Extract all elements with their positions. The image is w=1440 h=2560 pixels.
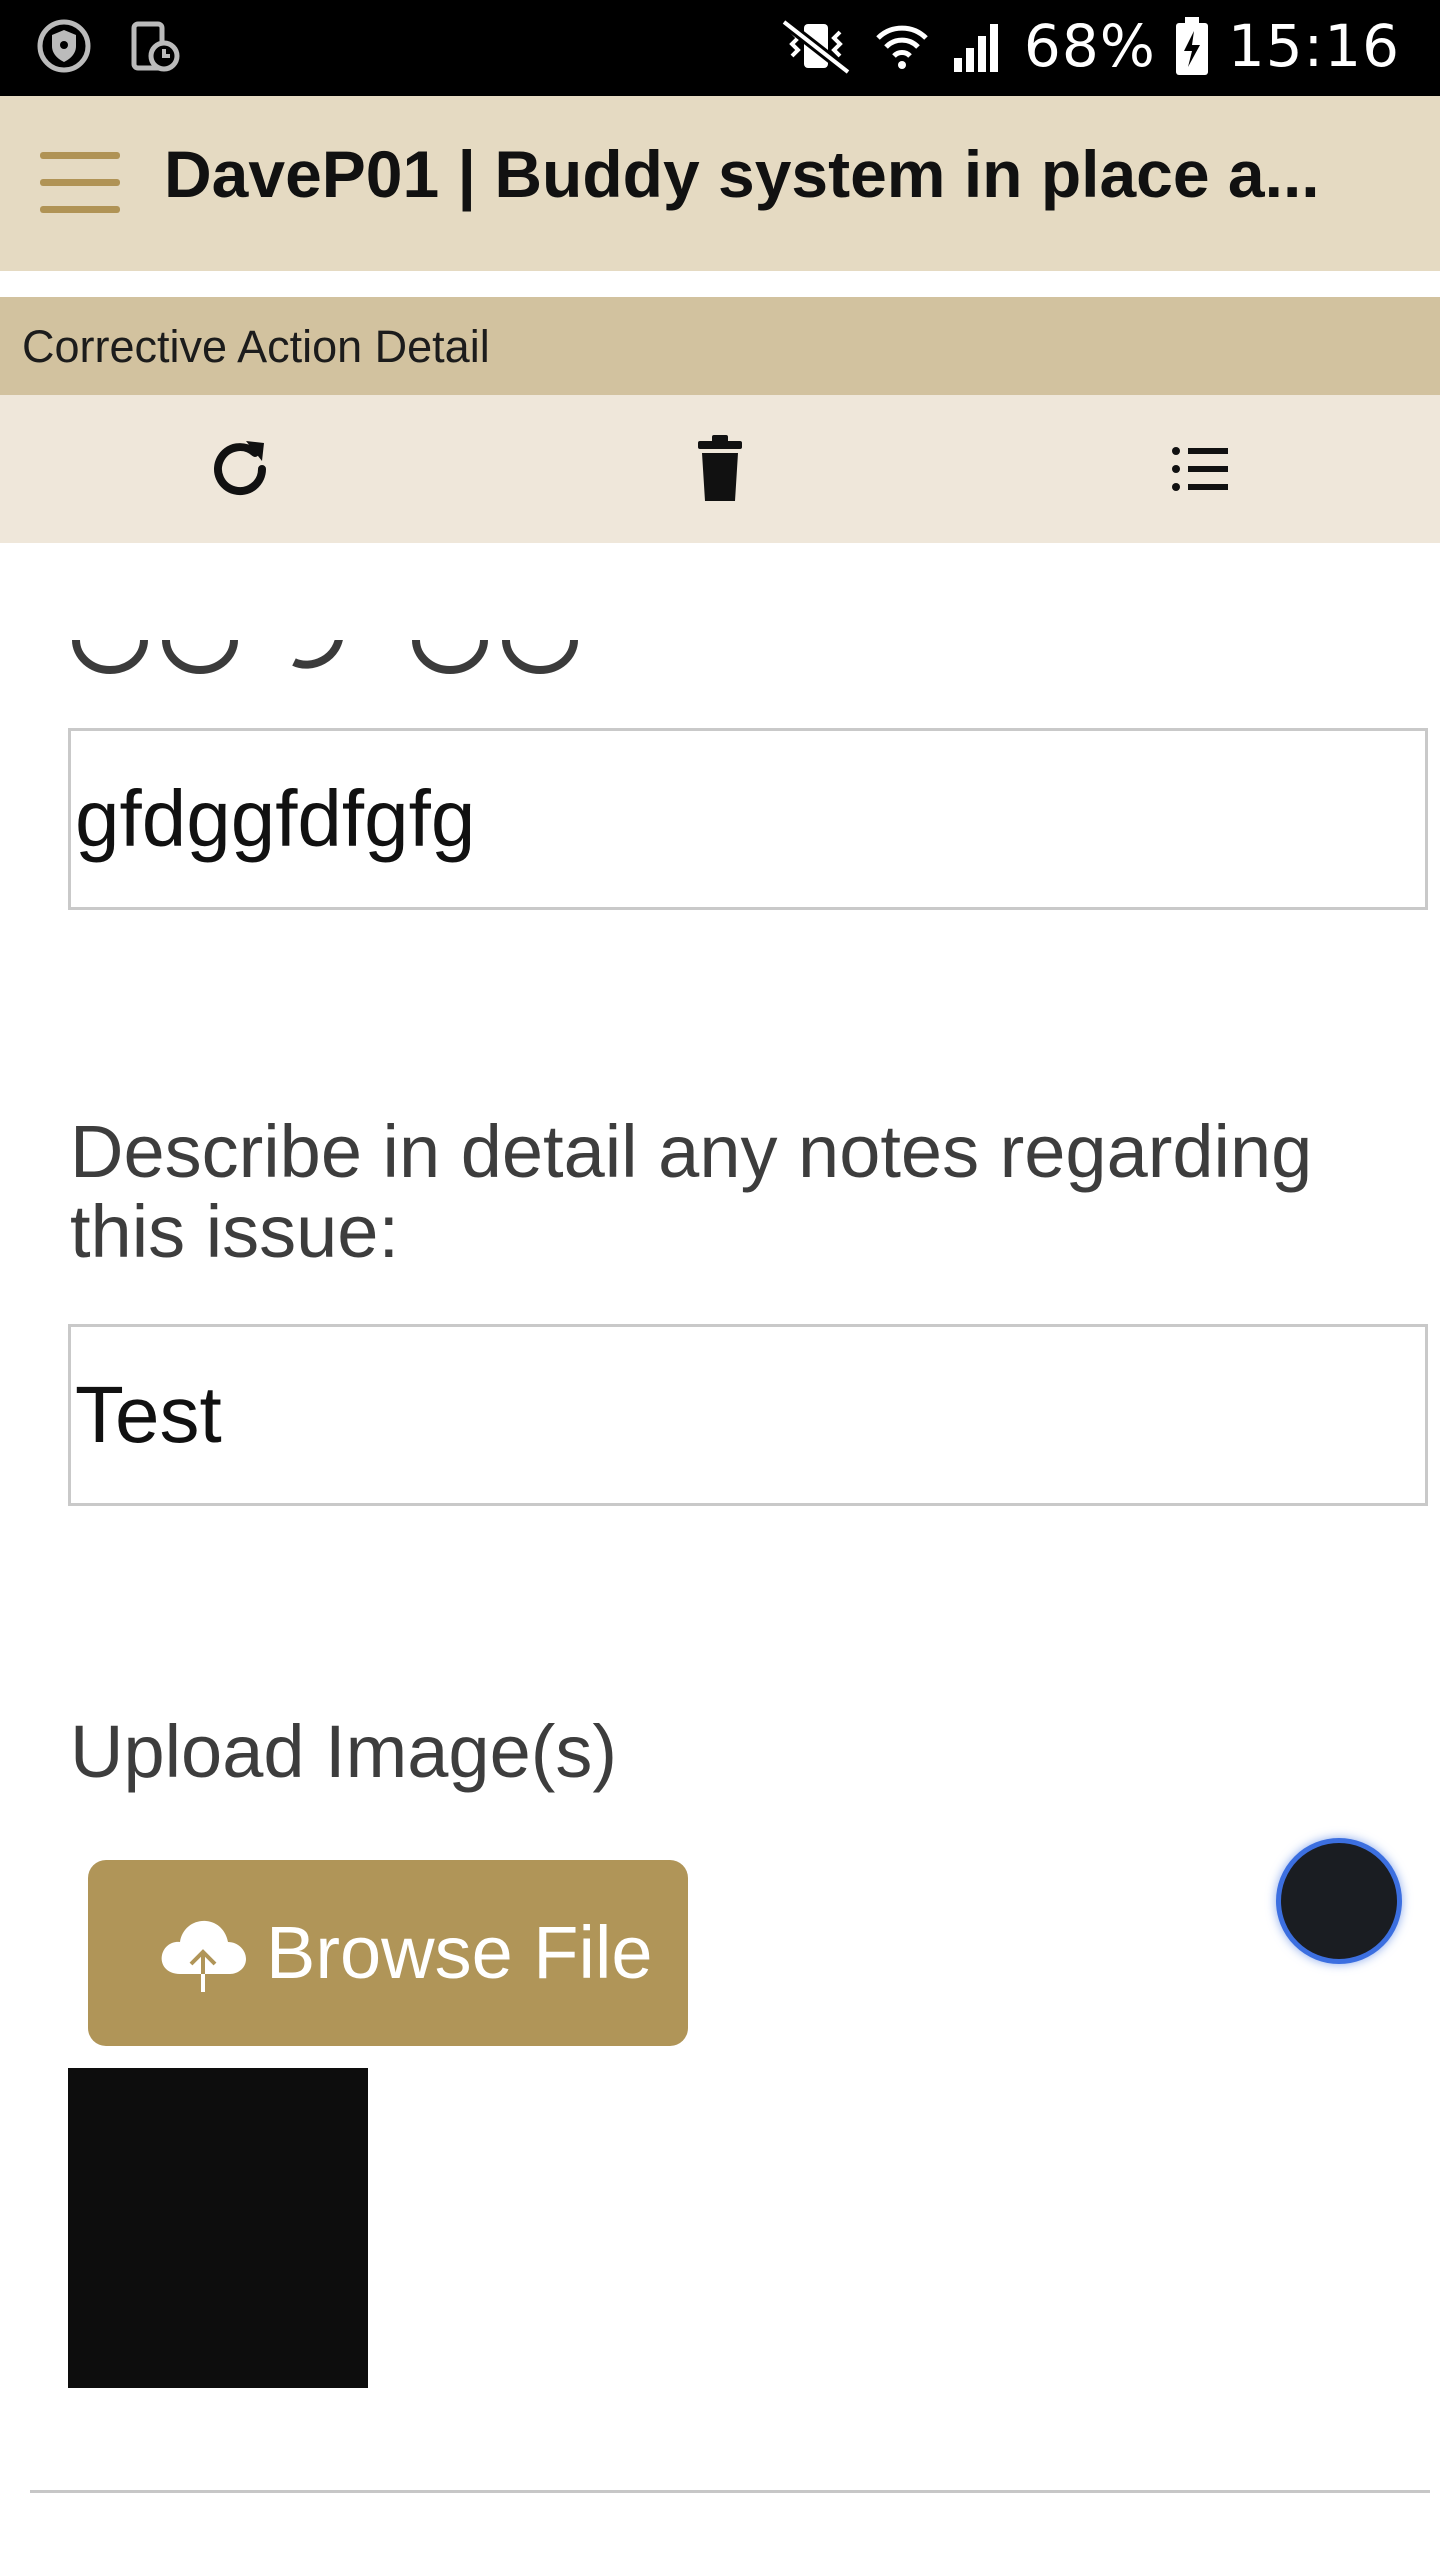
status-right-icons: 68% 15:16	[778, 12, 1400, 80]
battery-charging-icon	[1175, 17, 1208, 75]
notes-input[interactable]	[75, 1327, 1415, 1503]
notes-field	[68, 1324, 1428, 1506]
status-left-icons	[36, 18, 182, 74]
clock: 15:16	[1227, 12, 1400, 80]
delete-icon[interactable]	[680, 429, 760, 509]
cloud-upload-icon	[161, 1920, 246, 1992]
status-bar: 68% 15:16	[0, 0, 1440, 96]
list-icon[interactable]	[1160, 429, 1240, 509]
battery-percent: 68%	[1023, 12, 1156, 80]
device-clock-icon	[131, 21, 180, 72]
shield-icon	[37, 19, 91, 73]
section-header: Corrective Action Detail	[0, 297, 1440, 395]
notes-label: Describe in detail any notes regarding t…	[70, 1110, 1313, 1273]
field-1-input[interactable]	[75, 731, 1415, 907]
browse-file-label: Browse File	[266, 1911, 653, 1994]
signal-icon	[953, 24, 998, 72]
vibrate-mute-icon	[780, 18, 852, 76]
section-title: Corrective Action Detail	[22, 321, 490, 372]
floating-action-button[interactable]	[1276, 1838, 1402, 1964]
divider	[30, 2490, 1430, 2493]
field-1	[68, 728, 1428, 910]
upload-label: Upload Image(s)	[70, 1710, 618, 1793]
refresh-icon[interactable]	[200, 429, 280, 509]
app-bar: DaveP01 | Buddy system in place a...	[0, 96, 1440, 271]
hamburger-menu-icon[interactable]	[40, 152, 120, 214]
page-title: DaveP01 | Buddy system in place a...	[164, 137, 1320, 211]
spacer	[0, 271, 1440, 297]
app-screen: 68% 15:16 DaveP01 | Buddy system in plac…	[0, 0, 1440, 2560]
wifi-icon	[876, 25, 928, 69]
uploaded-image-thumbnail[interactable]	[68, 2068, 368, 2388]
browse-file-button[interactable]: Browse File	[88, 1860, 688, 2046]
action-toolbar	[0, 395, 1440, 543]
clipped-field-label	[70, 640, 670, 680]
